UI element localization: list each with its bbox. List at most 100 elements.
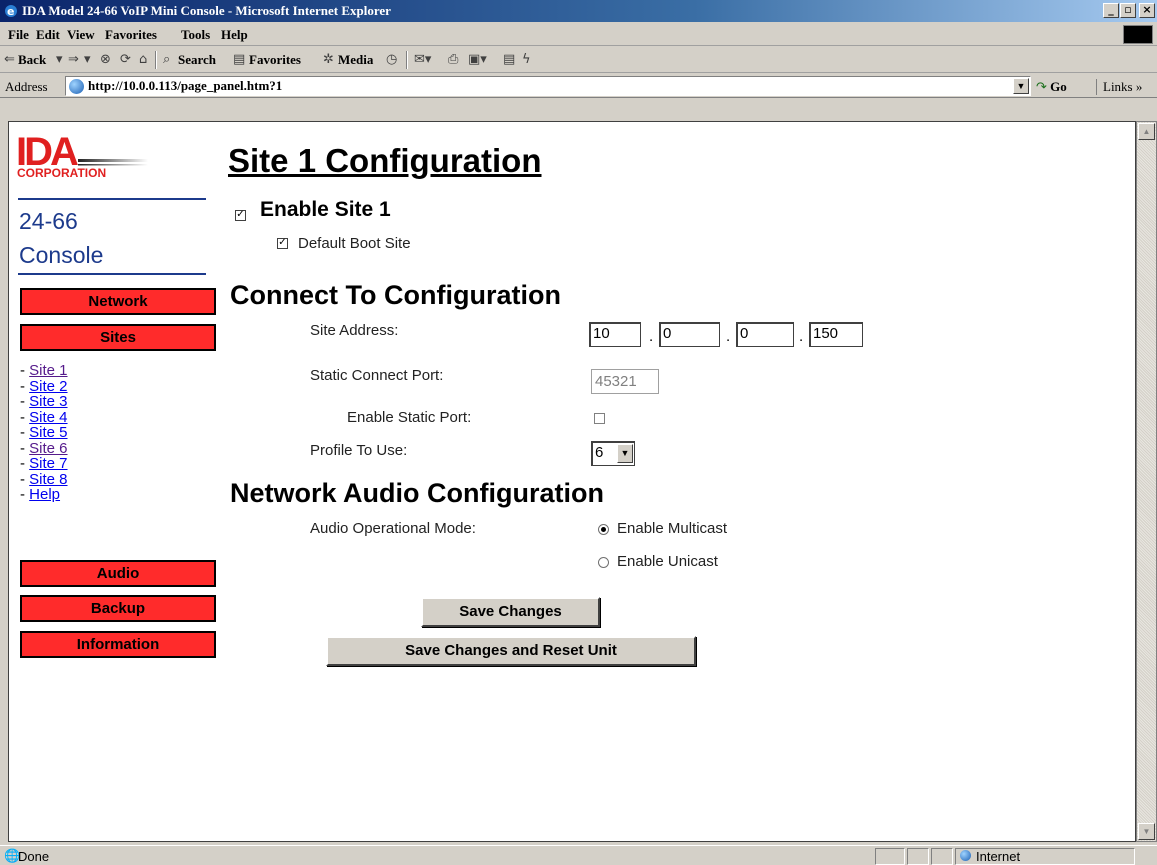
multicast-radio[interactable] — [598, 524, 609, 535]
menu-edit[interactable]: Edit — [36, 27, 60, 43]
ip-octet-3-input[interactable]: 0 — [736, 322, 794, 347]
forward-dropdown-icon[interactable]: ▾ — [84, 52, 91, 67]
menu-tools[interactable]: Tools — [181, 27, 210, 43]
site-link-site-5[interactable]: Site 5 — [29, 424, 67, 441]
links-button[interactable]: Links » — [1096, 79, 1142, 95]
site-link-site-1[interactable]: Site 1 — [29, 362, 67, 379]
toolbar-spacer — [8, 99, 1157, 121]
nav-audio-button[interactable]: Audio — [20, 560, 216, 587]
nav-backup-button[interactable]: Backup — [20, 595, 216, 622]
discuss-icon[interactable]: ▤ — [503, 52, 515, 67]
unicast-radio[interactable] — [598, 557, 609, 568]
save-changes-button[interactable]: Save Changes — [421, 597, 600, 627]
enable-site-checkbox[interactable]: ✓ — [235, 210, 246, 221]
toolbar: ⇐ Back ▾ ⇒ ▾ ⊗ ⟳ ⌂ ⌕ Search ▤ Favorites … — [0, 47, 1157, 73]
back-dropdown-icon[interactable]: ▾ — [56, 52, 63, 67]
site-link-site-2[interactable]: Site 2 — [29, 378, 67, 395]
site-link-site-3[interactable]: Site 3 — [29, 393, 67, 410]
default-boot-checkbox[interactable]: ✓ — [277, 238, 288, 249]
forward-icon[interactable]: ⇒ — [68, 52, 79, 67]
site-link-prefix: - — [20, 408, 25, 426]
favorites-button[interactable]: Favorites — [249, 52, 301, 68]
page-icon — [69, 79, 84, 94]
site-link-row: - Site 2 — [20, 377, 68, 395]
messenger-icon[interactable]: ϟ — [522, 52, 531, 67]
model-line-1: 24-66 — [19, 208, 78, 234]
scroll-down-icon[interactable]: ▼ — [1138, 823, 1155, 840]
site-link-site-8[interactable]: Site 8 — [29, 471, 67, 488]
connect-heading: Connect To Configuration — [230, 280, 561, 310]
enable-static-checkbox[interactable] — [594, 413, 605, 424]
back-button[interactable]: Back — [18, 52, 46, 68]
browser-window: e IDA Model 24-66 VoIP Mini Console - Mi… — [0, 0, 1157, 865]
menu-bar: File Edit View Favorites Tools Help — [0, 22, 1157, 46]
enable-site-label: Enable Site 1 — [260, 198, 391, 221]
close-button[interactable]: × — [1139, 3, 1155, 18]
menu-file[interactable]: File — [8, 27, 29, 43]
maximize-button[interactable]: ▫ — [1120, 3, 1136, 18]
site-link-prefix: - — [20, 393, 25, 410]
mail-icon[interactable]: ✉▾ — [414, 52, 431, 67]
site-link-site-7[interactable]: Site 7 — [29, 455, 67, 472]
print-icon[interactable]: ⎙ — [448, 52, 458, 67]
site-link-prefix: - — [20, 486, 25, 503]
internet-zone-icon — [960, 850, 971, 861]
nav-information-button[interactable]: Information — [20, 631, 216, 658]
profile-selected-value: 6 — [595, 444, 604, 461]
favorites-icon: ▤ — [233, 52, 246, 67]
status-cell — [875, 848, 905, 865]
site-link-prefix: - — [20, 455, 25, 472]
ip-separator: . — [649, 328, 654, 345]
logo-subtext: CORPORATION — [17, 166, 106, 180]
nav-network-button[interactable]: Network — [20, 288, 216, 315]
edit-icon[interactable]: ▣▾ — [468, 52, 487, 67]
search-button[interactable]: Search — [178, 52, 216, 68]
site-link-prefix: - — [20, 362, 25, 379]
ip-octet-4-input[interactable]: 150 — [809, 322, 863, 347]
site-links: - Site 1- Site 2- Site 3- Site 4- Site 5… — [20, 363, 68, 503]
ip-octet-2-input[interactable]: 0 — [659, 322, 720, 347]
separator — [406, 51, 408, 69]
address-dropdown-icon[interactable]: ▼ — [1013, 78, 1029, 94]
scroll-up-icon[interactable]: ▲ — [1138, 123, 1155, 140]
address-bar: Address http://10.0.0.113/page_panel.htm… — [0, 74, 1157, 98]
ip-separator: . — [799, 328, 804, 345]
back-arrow-icon: ⇐ — [4, 52, 15, 67]
site-link-prefix: - — [20, 470, 25, 488]
address-input[interactable]: http://10.0.0.113/page_panel.htm?1 ▼ — [65, 76, 1031, 96]
menu-view[interactable]: View — [67, 27, 95, 43]
refresh-icon[interactable]: ⟳ — [120, 52, 131, 67]
site-link-help[interactable]: Help — [29, 486, 60, 503]
site-link-site-4[interactable]: Site 4 — [29, 409, 67, 426]
site-link-row: - Site 5 — [20, 425, 68, 441]
nav-sites-button[interactable]: Sites — [20, 324, 216, 351]
media-button[interactable]: Media — [338, 52, 373, 68]
site-link-site-6[interactable]: Site 6 — [29, 440, 67, 457]
site-link-row: - Site 4 — [20, 408, 68, 426]
unicast-label: Enable Unicast — [617, 553, 718, 570]
default-boot-label: Default Boot Site — [298, 235, 411, 252]
vertical-scrollbar[interactable]: ▲ ▼ — [1136, 121, 1157, 842]
title-bar: e IDA Model 24-66 VoIP Mini Console - Mi… — [0, 0, 1157, 22]
svg-text:e: e — [7, 5, 14, 18]
ip-octet-1-input[interactable]: 10 — [589, 322, 641, 347]
go-button[interactable]: ↷ Go — [1036, 79, 1067, 95]
site-address-label: Site Address: — [310, 322, 399, 339]
site-link-row: - Help — [20, 487, 68, 503]
stop-icon[interactable]: ⊗ — [100, 52, 111, 67]
chevron-down-icon: ▼ — [617, 444, 633, 463]
save-reset-button[interactable]: Save Changes and Reset Unit — [326, 636, 696, 666]
profile-select[interactable]: 6 ▼ — [591, 441, 635, 466]
menu-help[interactable]: Help — [221, 27, 248, 43]
menu-favorites[interactable]: Favorites — [105, 27, 157, 43]
minimize-button[interactable]: _ — [1103, 3, 1119, 18]
site-link-prefix: - — [20, 377, 25, 395]
status-text: Done — [18, 849, 50, 864]
static-port-input[interactable]: 45321 — [591, 369, 659, 394]
status-cell — [907, 848, 929, 865]
status-cell — [931, 848, 953, 865]
site-link-row: - Site 3 — [20, 394, 68, 410]
history-icon[interactable]: ◷ — [386, 52, 397, 67]
home-icon[interactable]: ⌂ — [139, 52, 147, 67]
address-url: http://10.0.0.113/page_panel.htm?1 — [88, 78, 283, 93]
